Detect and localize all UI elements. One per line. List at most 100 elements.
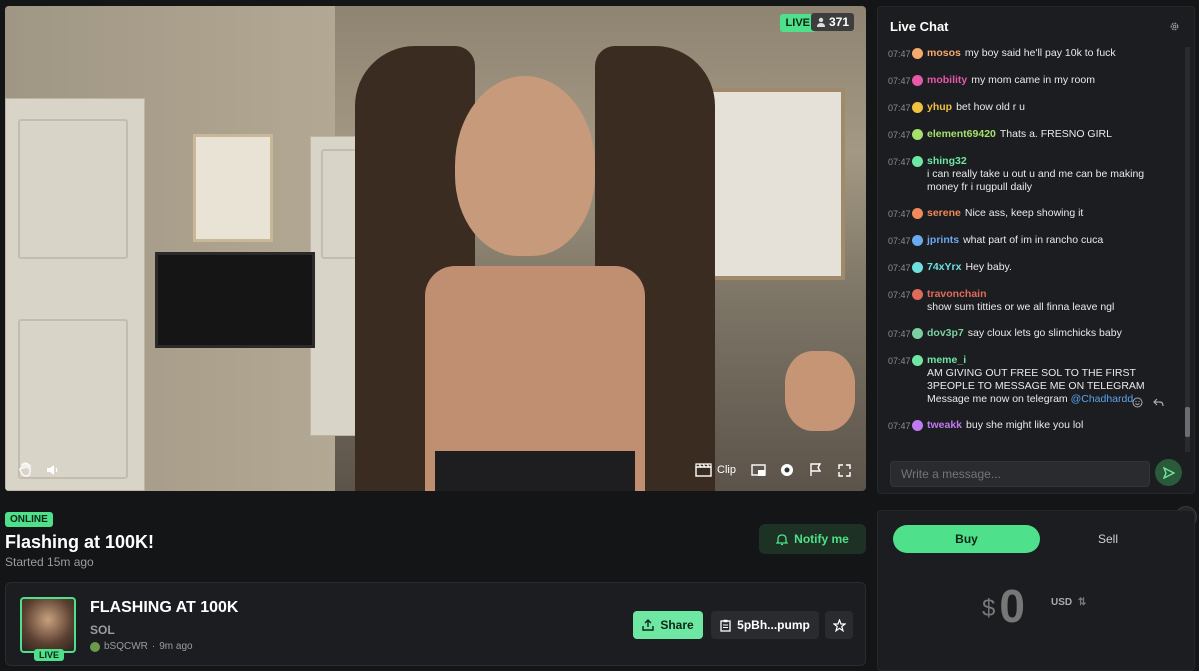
video-subject-face: [455, 76, 595, 256]
clipboard-icon: [720, 619, 731, 632]
report-button[interactable]: [809, 463, 822, 477]
user-avatar[interactable]: [912, 262, 923, 273]
user-avatar[interactable]: [912, 355, 923, 366]
user-avatar[interactable]: [912, 156, 923, 167]
user-avatar[interactable]: [912, 48, 923, 59]
message-time: 07:47: [888, 130, 911, 140]
message-text: Thats a. FRESNO GIRL: [999, 128, 1112, 140]
send-message-button[interactable]: [1155, 459, 1182, 486]
message-time: 07:47: [888, 157, 911, 167]
share-button[interactable]: Share: [633, 611, 703, 639]
record-button[interactable]: [780, 463, 794, 477]
chat-title: Live Chat: [890, 19, 949, 34]
flag-icon: [810, 463, 822, 476]
message-actions: [1132, 397, 1164, 408]
message-username[interactable]: element69420: [927, 128, 996, 140]
currency-symbol: $: [982, 595, 996, 622]
reply-icon[interactable]: [1153, 397, 1164, 408]
user-avatar[interactable]: [912, 75, 923, 86]
online-status-badge: ONLINE: [5, 512, 53, 527]
chat-message[interactable]: 07:47 element69420 Thats a. FRESNO GIRL: [888, 128, 1178, 142]
video-scene-painting: [193, 134, 273, 242]
message-time: 07:47: [888, 209, 911, 219]
message-body: serene Nice ass, keep showing it: [927, 207, 1083, 221]
user-avatar[interactable]: [912, 208, 923, 219]
chat-scrollbar[interactable]: [1185, 47, 1190, 452]
swap-arrows-icon: ⇅: [1077, 597, 1087, 608]
message-username[interactable]: tweakk: [927, 419, 962, 431]
chat-message[interactable]: 07:47 74xYrx Hey baby.: [888, 261, 1178, 275]
message-mention[interactable]: @Chadhardd: [1071, 393, 1134, 405]
user-avatar[interactable]: [912, 129, 923, 140]
message-time: 07:47: [888, 263, 911, 273]
chat-message[interactable]: 07:47 jprints what part of im in rancho cu…: [888, 234, 1178, 248]
chat-scrollbar-thumb[interactable]: [1185, 407, 1190, 437]
picture-in-picture-button[interactable]: [751, 464, 766, 477]
record-icon: [781, 464, 793, 476]
stream-title: Flashing at 100K!: [5, 532, 155, 552]
stream-started-time: Started 15m ago: [5, 555, 94, 569]
message-body: jprints what part of im in rancho cuca: [927, 234, 1103, 248]
message-text: my boy said he'll pay 10k to fuck: [964, 47, 1116, 59]
chat-message[interactable]: 07:47 mobility my mom came in my room: [888, 74, 1178, 88]
pip-icon: [751, 464, 766, 476]
message-body: dov3p7 say cloux lets go slimchicks baby: [927, 327, 1122, 341]
meta-separator: ·: [151, 641, 156, 652]
message-text: Hey baby.: [965, 261, 1012, 273]
creator-name[interactable]: bSQCWR: [104, 641, 148, 652]
chat-message-input[interactable]: [890, 461, 1150, 487]
hand-icon: [19, 462, 31, 477]
message-username[interactable]: meme_i: [927, 354, 1174, 367]
user-avatar[interactable]: [912, 235, 923, 246]
currency-label: USD: [1051, 597, 1073, 608]
message-text: Nice ass, keep showing it: [964, 207, 1084, 219]
chat-message[interactable]: 07:47 tweakk buy she might like you lol: [888, 419, 1178, 433]
favorite-button[interactable]: [825, 611, 853, 639]
chat-message[interactable]: 07:47 dov3p7 say cloux lets go slimchicks …: [888, 327, 1178, 341]
message-text: say cloux lets go slimchicks baby: [967, 327, 1122, 339]
clapperboard-icon: [695, 463, 712, 477]
message-body: mobility my mom came in my room: [927, 74, 1095, 88]
live-chat-panel: Live Chat 07:47 mosos my boy said he'll pa…: [877, 6, 1195, 494]
emoji-react-icon[interactable]: [1132, 397, 1143, 408]
token-symbol: SOL: [90, 623, 115, 637]
volume-button[interactable]: [45, 463, 59, 477]
clip-button[interactable]: Clip: [695, 463, 736, 477]
user-avatar[interactable]: [912, 102, 923, 113]
user-avatar[interactable]: [912, 328, 923, 339]
message-body: travonchain show sum titties or we all fi…: [927, 288, 1114, 314]
message-username[interactable]: mosos: [927, 47, 961, 59]
message-time: 07:47: [888, 356, 911, 366]
token-image[interactable]: [20, 597, 76, 653]
message-username[interactable]: shing32: [927, 155, 1174, 168]
amount-display[interactable]: $ 0: [982, 579, 1025, 633]
chat-settings-button[interactable]: [1169, 19, 1180, 37]
star-icon: [832, 618, 846, 632]
message-username[interactable]: dov3p7: [927, 327, 964, 339]
viewer-count-badge: 371: [810, 13, 854, 31]
buy-tab[interactable]: Buy: [893, 525, 1040, 553]
video-scene-tv: [155, 252, 315, 348]
chat-message[interactable]: 07:47 travonchain show sum titties or we a…: [888, 288, 1178, 314]
chat-message[interactable]: 07:47 serene Nice ass, keep showing it: [888, 207, 1178, 221]
chat-message[interactable]: 07:47 mosos my boy said he'll pay 10k to f…: [888, 47, 1178, 61]
token-card: LIVE FLASHING AT 100K SOL bSQCWR · 9m ag…: [5, 582, 866, 666]
hand-button[interactable]: [19, 462, 33, 477]
message-username[interactable]: 74xYrx: [927, 261, 961, 273]
message-username[interactable]: yhup: [927, 101, 952, 113]
message-username[interactable]: serene: [927, 207, 961, 219]
video-player[interactable]: LIVE 371 Clip: [5, 6, 866, 491]
chat-message[interactable]: 07:47 yhup bet how old r u: [888, 101, 1178, 115]
message-username[interactable]: travonchain: [927, 288, 1110, 301]
notify-me-button[interactable]: Notify me: [759, 524, 866, 554]
fullscreen-button[interactable]: [838, 464, 851, 477]
message-username[interactable]: mobility: [927, 74, 967, 86]
chat-message[interactable]: 07:47 shing32 i can really take u out u an…: [888, 155, 1178, 194]
currency-toggle[interactable]: USD ⇅: [1051, 597, 1086, 608]
video-subject-clothing: [435, 451, 635, 491]
user-avatar[interactable]: [912, 420, 923, 431]
sell-tab[interactable]: Sell: [1048, 525, 1168, 553]
copy-contract-button[interactable]: 5pBh...pump: [711, 611, 819, 639]
user-avatar[interactable]: [912, 289, 923, 300]
message-username[interactable]: jprints: [927, 234, 959, 246]
